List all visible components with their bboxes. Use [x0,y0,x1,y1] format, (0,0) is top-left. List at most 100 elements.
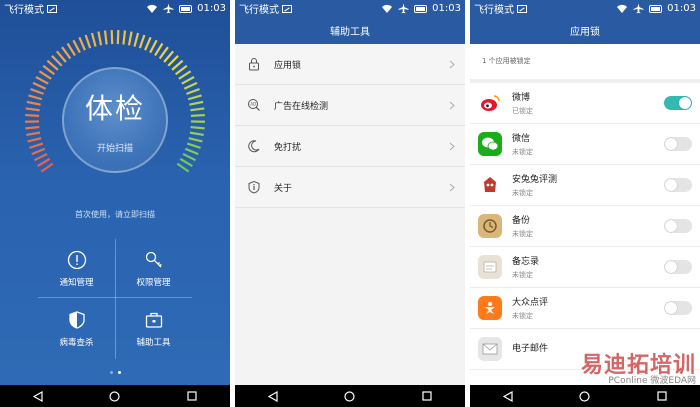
gauge-title: 体检 [84,91,145,125]
lock-toggle[interactable] [664,301,692,315]
gauge-tick [84,34,92,49]
recents-button[interactable] [185,390,199,402]
dianping-icon [478,296,502,320]
menu-item-do-not-disturb[interactable]: 免打扰 [235,126,465,167]
tile-assist-tools[interactable]: 辅助工具 [115,299,192,359]
lock-toggle[interactable] [664,178,692,192]
tile-notification-manager[interactable]: 通知管理 [38,239,115,299]
status-bar: 飞行模式 01:03 [0,0,230,17]
carrier-label: 飞行模式 [474,5,514,16]
carrier-label: 飞行模式 [4,5,44,16]
gauge-tick [144,36,152,51]
app-row-backup[interactable]: 备份 未锁定 [470,206,700,247]
lock-toggle[interactable] [664,260,692,274]
app-name: 微信 [512,134,531,144]
chevron-right-icon [449,101,455,109]
phone-screen-assist-tools: 飞行模式 01:03 辅助工具 应用锁 AD 广告在线检测 免打扰 关于 [235,0,465,407]
gauge-tick [33,152,48,162]
toggle-knob [679,97,691,109]
toggle-knob [665,138,677,150]
lock-icon [245,55,263,73]
start-scan-button[interactable]: 体检 开始扫描 [62,67,168,173]
wechat-icon [478,132,502,156]
gauge-tick [186,142,201,149]
carrier-label: 飞行模式 [239,5,279,16]
memo-icon [478,255,502,279]
gauge-tick [46,59,59,71]
app-row-wechat[interactable]: 微信 未锁定 [470,124,700,165]
toggle-knob [665,302,677,314]
lock-status: 未锁定 [512,230,533,238]
gauge-tick [175,64,188,76]
gauge-tick [66,42,76,56]
gauge-tick [167,55,179,67]
app-row-antutu[interactable]: 安兔兔评测 未锁定 [470,165,700,206]
back-button[interactable] [266,390,280,402]
gauge-tick [25,107,40,112]
sim-icon [282,4,292,13]
gauge-tick [51,55,63,67]
lock-toggle[interactable] [664,137,692,151]
menu-item-app-lock[interactable]: 应用锁 [235,44,465,85]
lock-status: 未锁定 [512,312,533,320]
app-row-dianping[interactable]: 大众点评 未锁定 [470,288,700,329]
gauge-tick [190,107,205,112]
recents-square-icon [657,391,667,401]
menu-item-about[interactable]: 关于 [235,167,465,208]
home-circle-icon [109,390,121,402]
app-row-memo[interactable]: 备忘录 未锁定 [470,247,700,288]
lock-toggle[interactable] [664,219,692,233]
tile-label: 病毒查杀 [59,338,94,348]
back-button[interactable] [31,390,45,402]
tile-virus-scan[interactable]: 病毒查杀 [38,299,115,359]
wifi-icon [617,4,628,13]
gauge-tick [187,94,202,101]
gauge-tick [179,157,193,167]
gauge-tick [26,131,41,137]
gauge-tick [154,42,164,56]
shield-icon [68,311,85,329]
gauge-tick [97,31,103,46]
key-icon [145,251,162,268]
gauge-tick [149,39,158,54]
tile-permission-manager[interactable]: 权限管理 [115,239,192,299]
recents-square-icon [422,391,432,401]
recents-button[interactable] [655,390,669,402]
tools-grid: 通知管理 权限管理 病毒查杀 辅助工具 [38,239,192,359]
airplane-icon [633,3,644,14]
page-title: 应用锁 [570,27,600,38]
recents-square-icon [187,391,197,401]
lock-status: 未锁定 [512,271,533,279]
home-button[interactable] [578,390,592,402]
sim-icon [47,4,57,13]
home-button[interactable] [343,390,357,402]
app-name: 安兔兔评测 [512,175,558,185]
status-bar: 飞行模式 01:03 [235,0,465,17]
gauge-tick [25,113,40,117]
gauge-tick [25,125,40,130]
gauge-tick [38,70,52,80]
recents-button[interactable] [420,390,434,402]
weibo-icon [478,91,502,115]
lock-toggle[interactable] [664,96,692,110]
watermark: 易迪拓培训 PConline 微波EDA网 [536,347,696,386]
menu-item-label: 广告在线检测 [274,101,329,112]
moon-icon [245,137,263,155]
lock-status: 未锁定 [512,189,533,197]
lock-status: 已锁定 [512,107,533,115]
info-icon [245,178,263,196]
back-button[interactable] [501,390,515,402]
clock: 01:03 [432,3,461,14]
app-row-weibo[interactable]: 微博 已锁定 [470,83,700,124]
navigation-bar [235,385,465,407]
gauge-tick [27,137,42,143]
home-button[interactable] [108,390,122,402]
gauge-tick [31,147,46,156]
tile-label: 权限管理 [136,278,171,288]
app-name: 微博 [512,93,531,103]
app-bar: 飞行模式 01:03 应用锁 [470,0,700,44]
gauge-tick [138,34,146,49]
menu-item-ad-detection[interactable]: AD 广告在线检测 [235,85,465,126]
gauge-tick [42,64,55,76]
toggle-knob [665,261,677,273]
